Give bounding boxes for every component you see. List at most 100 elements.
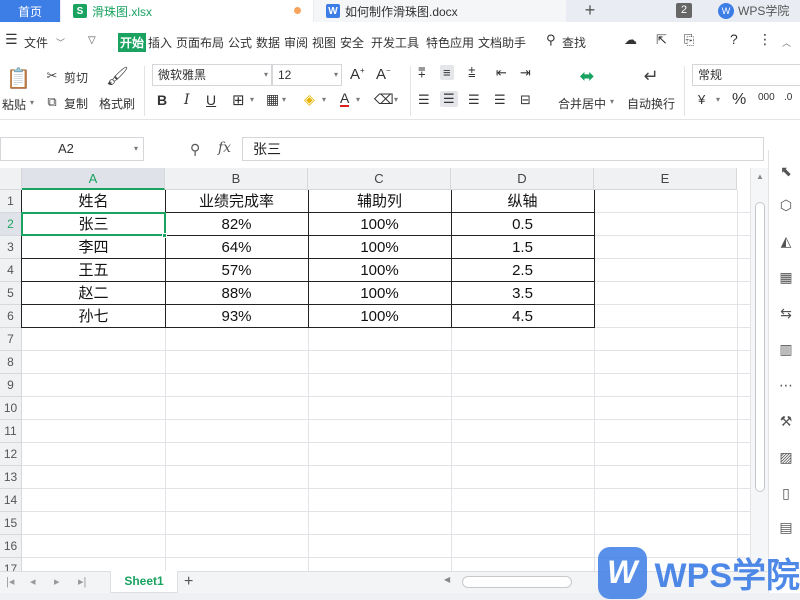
table-cell[interactable]: 100% [308, 305, 451, 328]
paste-dropdown-icon[interactable]: ▾ [30, 98, 34, 107]
document-icon[interactable]: ▯ [777, 484, 795, 502]
menu-tab-insert[interactable]: 插入 [148, 34, 172, 51]
merge-center-button[interactable]: 合并居中 [558, 95, 606, 112]
column-header[interactable]: A [22, 168, 165, 190]
table-cell[interactable]: 3.5 [451, 282, 594, 305]
menu-file[interactable]: 文件 [24, 34, 48, 51]
font-name-select[interactable]: 微软雅黑 ▾ [152, 64, 272, 86]
header-cell[interactable]: 业绩完成率 [165, 190, 308, 213]
select-pointer-icon[interactable]: ⬉ [777, 162, 795, 180]
tools-icon[interactable]: ⚒ [777, 412, 795, 430]
align-top-icon[interactable]: ⩱ [418, 65, 426, 81]
prev-sheet-icon[interactable]: ◂ [30, 575, 36, 588]
header-cell[interactable]: 纵轴 [451, 190, 594, 213]
format-painter-button[interactable]: 格式刷 [99, 95, 135, 112]
menu-tab-doc-assistant[interactable]: 文档助手 [478, 34, 526, 51]
row-header[interactable]: 7 [0, 328, 22, 351]
row-header[interactable]: 10 [0, 397, 22, 420]
chevron-down-icon[interactable]: ▾ [250, 95, 254, 104]
share-icon[interactable]: ⇱ [656, 32, 667, 48]
name-box[interactable]: A2 ▾ [0, 137, 144, 161]
borders-icon[interactable]: ⊞ [232, 91, 245, 109]
add-sheet-button[interactable]: + [184, 572, 193, 592]
menu-tab-developer[interactable]: 开发工具 [371, 34, 419, 51]
menu-tab-view[interactable]: 视图 [312, 34, 336, 51]
table-cell[interactable]: 88% [165, 282, 308, 305]
table-cell[interactable]: 93% [165, 305, 308, 328]
menu-tab-security[interactable]: 安全 [340, 34, 364, 51]
row-header[interactable]: 14 [0, 489, 22, 512]
new-tab-button[interactable]: + [580, 0, 600, 22]
sheet-tab-sheet1[interactable]: Sheet1 [110, 571, 178, 593]
row-header[interactable]: 13 [0, 466, 22, 489]
menu-tab-formulas[interactable]: 公式 [228, 34, 252, 51]
table-cell[interactable]: 0.5 [451, 213, 594, 236]
increase-indent-icon[interactable]: ⇥ [520, 65, 531, 81]
paste-icon[interactable]: 📋 [6, 66, 31, 91]
scroll-up-icon[interactable]: ▲ [756, 172, 764, 181]
zoom-function-icon[interactable]: ⚲ [190, 141, 200, 158]
fill-handle[interactable] [162, 233, 167, 238]
bold-button[interactable]: B [157, 92, 167, 108]
quick-access-icon[interactable]: ▽ [88, 35, 96, 46]
hamburger-menu-icon[interactable]: ☰ [5, 31, 18, 48]
align-middle-icon[interactable]: ≡ [440, 65, 454, 80]
chevron-down-icon[interactable]: ▾ [356, 95, 360, 104]
menu-tab-home[interactable]: 开始 [118, 33, 147, 52]
increase-font-size-icon[interactable]: A+ [350, 66, 365, 83]
insert-function-button[interactable]: fx [218, 140, 231, 156]
italic-button[interactable]: I [184, 92, 190, 108]
row-header[interactable]: 8 [0, 351, 22, 374]
row-header[interactable]: 5 [0, 282, 22, 305]
table-cell[interactable]: 孙七 [22, 305, 165, 328]
column-header[interactable]: D [451, 168, 594, 190]
row-header[interactable]: 11 [0, 420, 22, 443]
align-center-icon[interactable]: ☰ [440, 91, 458, 107]
increase-decimal-icon[interactable]: .0 [784, 92, 792, 103]
font-size-select[interactable]: 12 ▾ [272, 64, 342, 86]
cell-style-icon[interactable]: ▦ [266, 91, 279, 108]
chevron-down-icon[interactable]: ▾ [610, 97, 614, 106]
window-count-badge[interactable]: 2 [676, 3, 692, 18]
select-all-corner[interactable] [0, 168, 22, 190]
export-icon[interactable]: ⎘ [684, 32, 694, 48]
row-header[interactable]: 17 [0, 558, 22, 572]
vertical-scrollbar[interactable]: ▲ [750, 168, 768, 572]
column-header[interactable]: B [165, 168, 308, 190]
row-header[interactable]: 15 [0, 512, 22, 535]
fill-color-icon[interactable]: ◈ [304, 91, 315, 108]
table-cell[interactable]: 4.5 [451, 305, 594, 328]
underline-button[interactable]: U [206, 92, 216, 108]
table-cell[interactable]: 2.5 [451, 259, 594, 282]
table-cell[interactable]: 82% [165, 213, 308, 236]
chevron-down-icon[interactable]: ▾ [394, 95, 398, 104]
more-options-icon[interactable]: ⋮ [758, 31, 772, 48]
help-icon[interactable]: ? [730, 31, 738, 47]
wps-academy-link[interactable]: W WPS学院 [718, 2, 789, 19]
formula-input[interactable]: 张三 [242, 137, 764, 161]
clear-format-icon[interactable]: ⌫ [374, 91, 394, 108]
menu-tab-features[interactable]: 特色应用 [426, 34, 474, 51]
collapse-ribbon-icon[interactable]: ︿ [782, 36, 791, 49]
table-cell[interactable]: 100% [308, 213, 451, 236]
menu-search[interactable]: 查找 [562, 34, 586, 51]
thousands-separator-icon[interactable]: 000 [758, 92, 775, 103]
image-icon[interactable]: ▨ [777, 448, 795, 466]
row-header[interactable]: 1 [0, 190, 22, 213]
column-header[interactable]: C [308, 168, 451, 190]
table-cell[interactable]: 赵二 [22, 282, 165, 305]
cut-button[interactable]: 剪切 [64, 69, 88, 86]
menu-tab-review[interactable]: 审阅 [284, 34, 308, 51]
row-header[interactable]: 16 [0, 535, 22, 558]
decrease-font-size-icon[interactable]: A− [376, 66, 391, 83]
paste-button[interactable]: 粘贴 [2, 96, 26, 113]
align-right-icon[interactable]: ☰ [468, 92, 480, 108]
archive-icon[interactable]: ▤ [777, 518, 795, 536]
tab-document[interactable]: W 如何制作滑珠图.docx [314, 0, 566, 22]
row-header[interactable]: 2 [0, 213, 22, 236]
number-format-select[interactable]: 常规 [692, 64, 800, 86]
row-header[interactable]: 9 [0, 374, 22, 397]
distributed-align-icon[interactable]: ⊟ [520, 92, 531, 108]
header-cell[interactable]: 辅助列 [308, 190, 451, 213]
table-icon[interactable]: ▦ [777, 268, 795, 286]
